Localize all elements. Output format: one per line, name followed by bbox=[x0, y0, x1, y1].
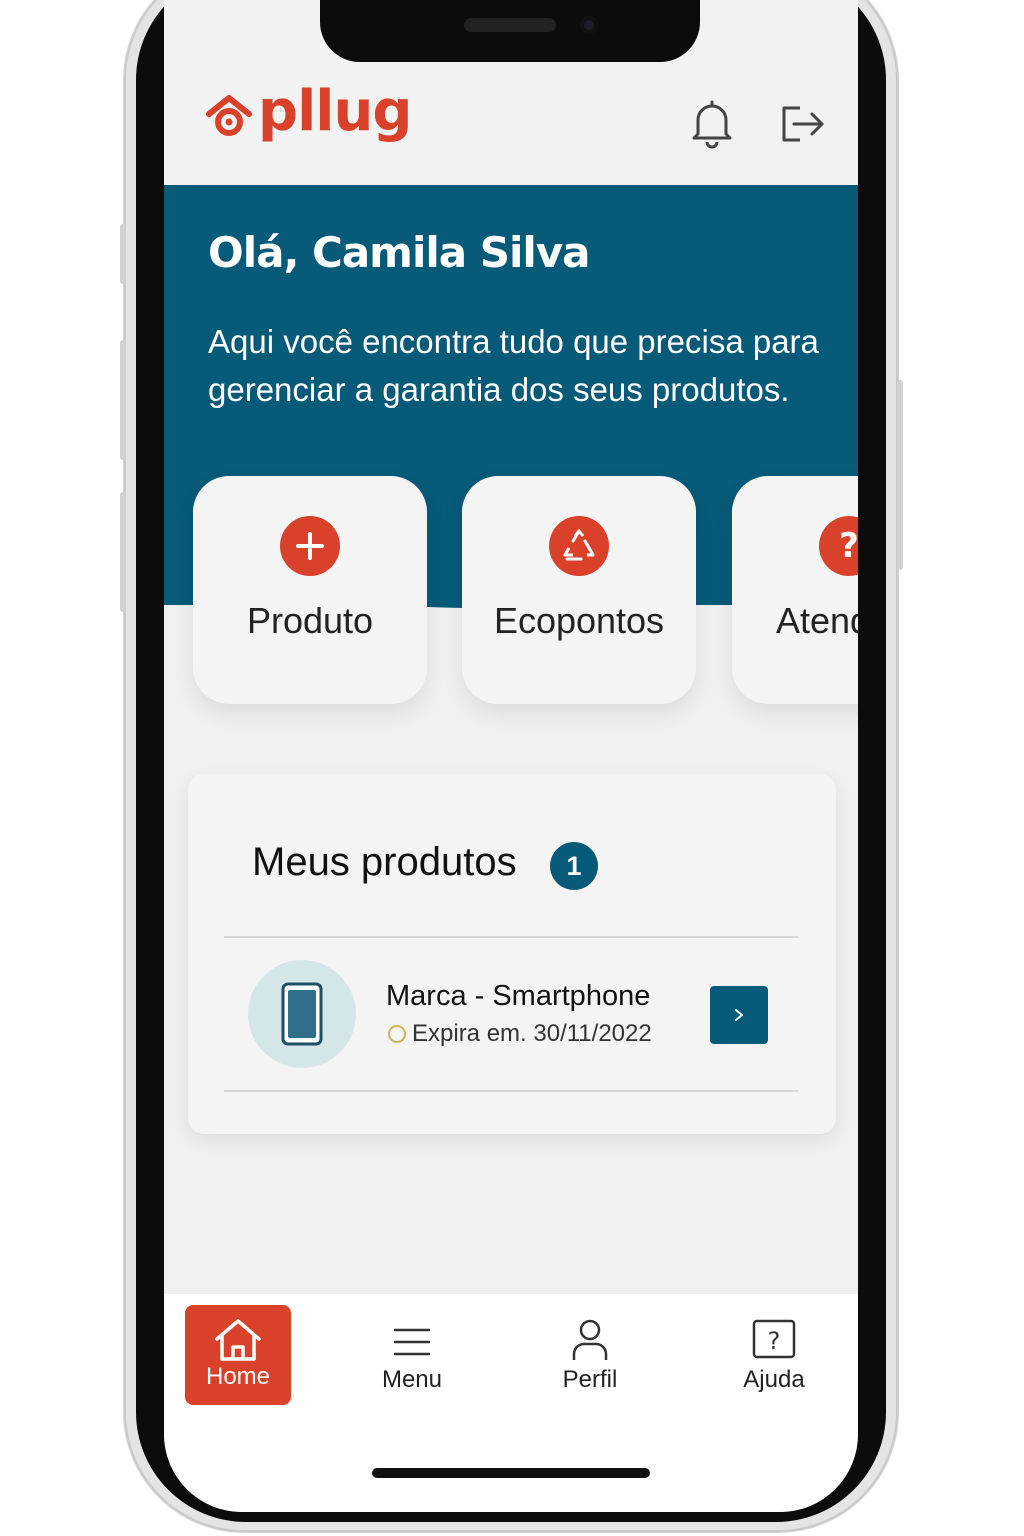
logout-icon bbox=[782, 106, 824, 142]
product-thumbnail bbox=[248, 960, 356, 1068]
quick-action-label: Ecopontos bbox=[493, 600, 665, 641]
product-name: Marca - Smartphone bbox=[386, 980, 651, 1012]
hero-description-line: gerenciar a garantia dos seus produtos. bbox=[208, 371, 790, 408]
side-button bbox=[120, 224, 126, 284]
my-products-card: Meus produtos 1 Marca - Smartphone Expir… bbox=[188, 774, 836, 1134]
svg-text:?: ? bbox=[768, 1327, 781, 1355]
notifications-button[interactable] bbox=[686, 96, 738, 152]
app-logo[interactable]: pllug bbox=[206, 82, 412, 142]
quick-action-produto[interactable]: Produto bbox=[193, 476, 427, 704]
quick-action-label: Produto bbox=[246, 600, 374, 641]
plus-icon bbox=[280, 516, 340, 576]
power-button bbox=[897, 380, 903, 570]
product-expiry: Expira em. 30/11/2022 bbox=[388, 1020, 652, 1048]
app-screen: pllug Olá, Camila Silva Aqui você encont… bbox=[164, 0, 858, 1512]
tab-perfil[interactable]: Perfil bbox=[537, 1306, 643, 1406]
tab-label: Menu bbox=[381, 1366, 443, 1393]
help-icon: ? bbox=[752, 1319, 796, 1359]
hero-description: Aqui você encontra tudo que precisa para… bbox=[208, 318, 858, 414]
open-product-button[interactable] bbox=[710, 986, 768, 1044]
tab-menu[interactable]: Menu bbox=[359, 1306, 465, 1406]
home-indicator[interactable] bbox=[372, 1468, 650, 1478]
greeting-title: Olá, Camila Silva bbox=[208, 228, 590, 277]
divider bbox=[224, 1090, 798, 1092]
bell-icon bbox=[692, 100, 732, 149]
quick-action-atendimento[interactable]: ? Atend bbox=[732, 476, 858, 704]
expiry-status-icon bbox=[388, 1025, 406, 1043]
hero-description-line: Aqui você encontra tudo que precisa para bbox=[208, 323, 819, 360]
speaker-grille bbox=[464, 18, 556, 32]
tab-ajuda[interactable]: ? Ajuda bbox=[721, 1306, 827, 1406]
quick-action-label: Atend bbox=[776, 600, 858, 641]
product-expiry-text: Expira em. 30/11/2022 bbox=[412, 1020, 652, 1047]
volume-up-button bbox=[120, 340, 126, 460]
tab-label: Perfil bbox=[562, 1366, 618, 1393]
logout-button[interactable] bbox=[776, 96, 828, 152]
recycle-icon bbox=[549, 516, 609, 576]
question-icon: ? bbox=[819, 516, 858, 576]
volume-down-button bbox=[120, 492, 126, 612]
logo-text: pllug bbox=[258, 79, 412, 144]
products-count-badge: 1 bbox=[550, 842, 598, 890]
bottom-tab-bar: Home Menu Perfil ? Ajuda bbox=[164, 1294, 858, 1512]
menu-icon bbox=[393, 1328, 431, 1356]
smartphone-icon bbox=[281, 982, 323, 1046]
user-icon bbox=[572, 1319, 608, 1360]
divider bbox=[224, 936, 798, 938]
tab-home[interactable]: Home bbox=[185, 1305, 291, 1405]
tab-label: Home bbox=[205, 1363, 271, 1390]
products-title: Meus produtos bbox=[252, 840, 517, 884]
home-icon bbox=[215, 1319, 261, 1361]
quick-action-ecopontos[interactable]: Ecopontos bbox=[462, 476, 696, 704]
chevron-right-icon bbox=[735, 1009, 743, 1021]
logo-house-icon bbox=[206, 95, 252, 136]
tab-label: Ajuda bbox=[743, 1366, 805, 1393]
front-camera bbox=[580, 16, 598, 34]
